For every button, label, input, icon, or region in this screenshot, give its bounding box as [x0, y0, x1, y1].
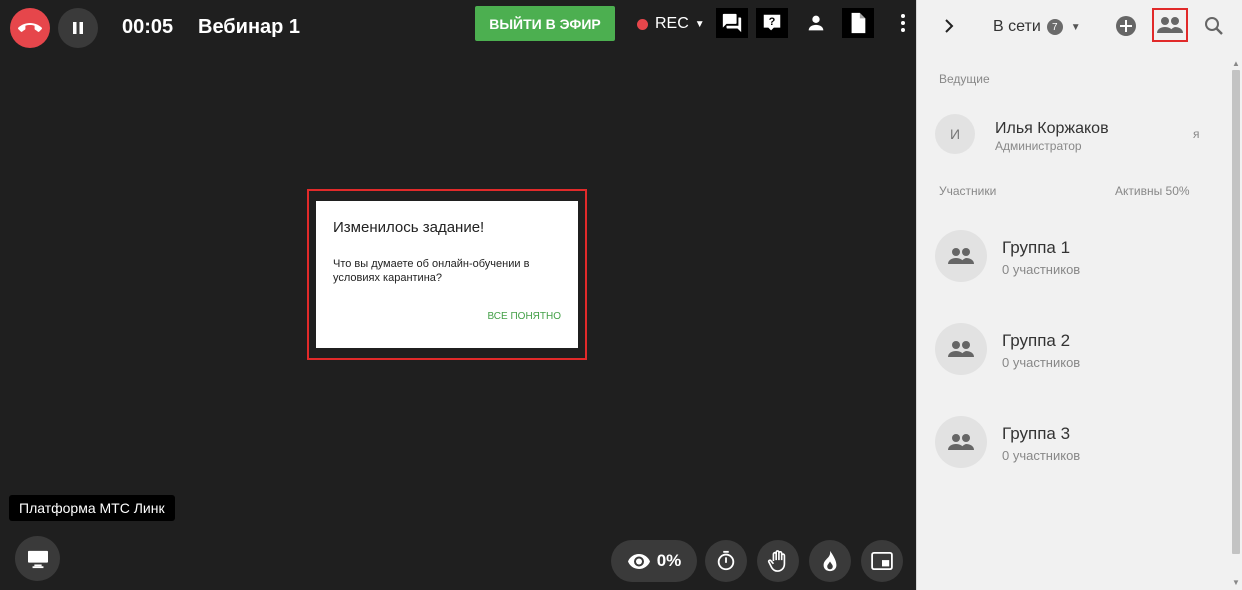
avatar: И: [935, 114, 975, 154]
chat-button[interactable]: [716, 8, 748, 38]
stopwatch-icon: [717, 550, 735, 571]
documents-button[interactable]: [842, 8, 874, 38]
participants-section-label: Участники: [939, 184, 997, 198]
active-percent-label: Активны 50%: [1115, 184, 1190, 198]
document-icon: [851, 12, 866, 34]
questions-button[interactable]: ?: [756, 8, 788, 38]
people-icon: [948, 341, 974, 357]
group-name: Группа 1: [1002, 238, 1071, 257]
group-member-count: 0 участников: [1002, 262, 1081, 277]
more-options-button[interactable]: [888, 8, 918, 38]
group-avatar: [935, 416, 987, 468]
people-icon: [948, 434, 974, 450]
scrollbar[interactable]: ▲ ▼: [1230, 58, 1242, 590]
group-name: Группа 3: [1002, 424, 1071, 443]
person-icon: [808, 15, 824, 31]
record-label: REC: [655, 15, 689, 32]
people-icon: [948, 248, 974, 264]
more-vert-icon: [901, 14, 905, 32]
add-circle-icon: [1116, 16, 1136, 36]
chevron-right-icon: [945, 19, 954, 33]
scroll-down-icon[interactable]: ▼: [1231, 578, 1241, 588]
svg-text:?: ?: [769, 16, 776, 28]
group-name: Группа 2: [1002, 331, 1071, 350]
collapse-panel-button[interactable]: [937, 14, 961, 38]
host-role: Администратор: [995, 139, 1082, 153]
search-icon: [1205, 17, 1223, 35]
hand-icon: [767, 550, 786, 572]
side-panel: В сети 7 ▼ Ведущие И Илья Коржаков Админ…: [916, 0, 1242, 590]
viewers-percent: 0%: [656, 551, 682, 570]
caret-down-icon: ▼: [694, 18, 705, 30]
reactions-button[interactable]: [809, 540, 851, 582]
chat-icon: [722, 13, 742, 33]
main-stage: 00:05 Вебинар 1 ВЫЙТИ В ЭФИР REC ▼ ? Изм…: [0, 0, 916, 590]
scroll-up-icon[interactable]: ▲: [1231, 59, 1241, 69]
question-icon: ?: [763, 14, 781, 31]
go-live-button[interactable]: ВЫЙТИ В ЭФИР: [475, 6, 615, 41]
caret-down-icon: ▼: [1070, 21, 1081, 33]
group-member-count: 0 участников: [1002, 448, 1081, 463]
search-button[interactable]: [1202, 14, 1226, 38]
people-icon: [1157, 17, 1183, 33]
hang-up-icon: [18, 23, 42, 32]
picture-in-picture-button[interactable]: [861, 540, 903, 582]
session-timer: 00:05: [122, 16, 174, 38]
pause-button[interactable]: [58, 8, 98, 48]
viewers-indicator[interactable]: 0%: [611, 540, 697, 582]
fire-icon: [823, 550, 837, 572]
online-filter-dropdown[interactable]: В сети 7 ▼: [993, 18, 1081, 36]
hang-up-button[interactable]: [10, 8, 50, 48]
pause-icon: [73, 22, 83, 34]
group-avatar: [935, 323, 987, 375]
scrollbar-thumb[interactable]: [1232, 70, 1240, 554]
me-label: я: [1193, 127, 1200, 141]
add-button[interactable]: [1114, 14, 1138, 38]
host-name: Илья Коржаков: [995, 120, 1109, 137]
picture-in-picture-icon: [871, 552, 893, 570]
hosts-section-label: Ведущие: [939, 72, 990, 86]
group-avatar: [935, 230, 987, 282]
eye-icon: [627, 554, 650, 569]
raise-hand-button[interactable]: [757, 540, 799, 582]
online-label: В сети: [993, 18, 1041, 35]
dialog-title: Изменилось задание!: [333, 219, 485, 236]
participants-button[interactable]: [800, 8, 832, 38]
screen-share-button[interactable]: [15, 536, 60, 581]
tooltip: Платформа МТС Линк: [9, 495, 175, 521]
dialog-ok-button[interactable]: ВСЕ ПОНЯТНО: [487, 311, 561, 322]
timer-button[interactable]: [705, 540, 747, 582]
record-dot-icon: [637, 18, 648, 30]
task-changed-dialog: Изменилось задание! Что вы думаете об он…: [316, 201, 578, 348]
online-count-badge: 7: [1046, 19, 1063, 35]
groups-button[interactable]: [1152, 8, 1188, 42]
record-dropdown[interactable]: REC ▼: [637, 14, 705, 34]
group-member-count: 0 участников: [1002, 355, 1081, 370]
dialog-text: Что вы думаете об онлайн-обучении в усло…: [333, 258, 530, 284]
monitor-icon: [27, 550, 48, 568]
webinar-title: Вебинар 1: [198, 16, 301, 38]
